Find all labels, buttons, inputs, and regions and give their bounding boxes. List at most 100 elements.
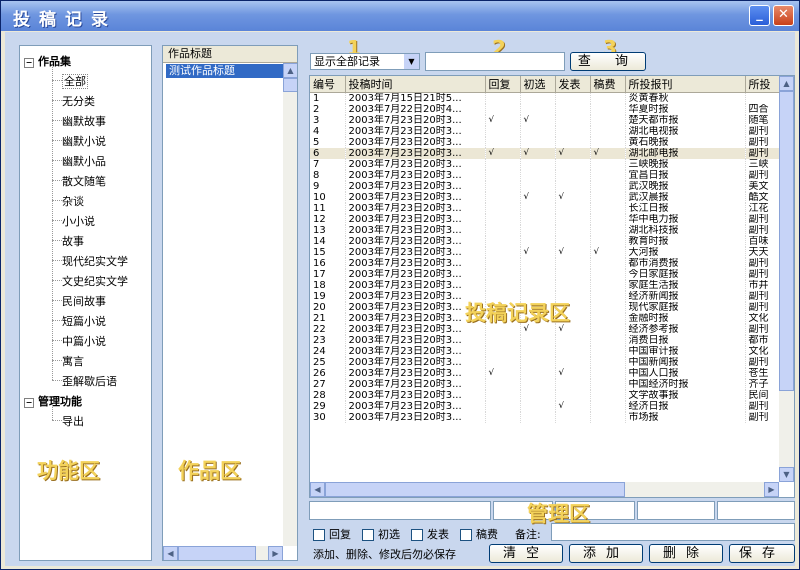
grid-scroll-left[interactable]: ◀: [310, 482, 325, 497]
checkbox-box[interactable]: [362, 529, 374, 541]
filter-select[interactable]: 显示全部记录 ▼: [310, 53, 420, 70]
tree-item[interactable]: 故事: [62, 233, 84, 249]
works-scroll-up[interactable]: ▲: [283, 63, 297, 78]
works-hscroll[interactable]: ◀ ▶: [163, 546, 283, 560]
table-row[interactable]: 9 2003年7月23日20时3... 武汉晚报 美文: [310, 181, 781, 192]
table-cell: 6: [310, 148, 346, 159]
edit-field-4[interactable]: [637, 501, 715, 520]
collapse-icon[interactable]: −: [24, 58, 34, 68]
table-row[interactable]: 24 2003年7月23日20时3... 中国审计报 文化: [310, 346, 781, 357]
search-input[interactable]: [425, 52, 565, 71]
tree-item[interactable]: 现代纪实文学: [62, 253, 128, 269]
tree-item-label: 导出: [62, 415, 84, 428]
close-button[interactable]: ✕: [773, 5, 794, 26]
table-row[interactable]: 5 2003年7月23日20时3... 黄石晚报 副刊: [310, 137, 781, 148]
grid-hscroll[interactable]: ◀ ▶: [310, 482, 779, 497]
tree-connector: [52, 260, 62, 261]
tree-item[interactable]: 寓言: [62, 353, 84, 369]
grid-scroll-thumb[interactable]: [779, 91, 794, 391]
table-row[interactable]: 28 2003年7月23日20时3... 文学故事报 民间: [310, 390, 781, 401]
works-scroll-right[interactable]: ▶: [268, 546, 283, 560]
table-cell: 15: [310, 247, 346, 258]
checkbox-box[interactable]: [460, 529, 472, 541]
table-row[interactable]: 8 2003年7月23日20时3... 宜昌日报 副刊: [310, 170, 781, 181]
table-row[interactable]: 12 2003年7月23日20时3... 华中电力报 副刊: [310, 214, 781, 225]
tree-item[interactable]: 文史纪实文学: [62, 273, 128, 289]
tree-item[interactable]: 小小说: [62, 213, 95, 229]
remark-input[interactable]: [551, 523, 795, 541]
table-row[interactable]: 1 2003年7月15日21时5... 炎黄春秋: [310, 92, 781, 104]
works-scroll-left[interactable]: ◀: [163, 546, 178, 560]
column-header[interactable]: 所投报刊: [625, 76, 746, 93]
table-row[interactable]: 15 2003年7月23日20时3... √ √ √ 大河报 天天: [310, 247, 781, 258]
table-row[interactable]: 4 2003年7月23日20时3... 湖北电视报 副刊: [310, 126, 781, 137]
chevron-down-icon[interactable]: ▼: [404, 54, 419, 69]
table-cell: 天天: [745, 247, 781, 258]
table-row[interactable]: 16 2003年7月23日20时3... 都市消费报 副刊: [310, 258, 781, 269]
table-row[interactable]: 25 2003年7月23日20时3... 中国新闻报 副刊: [310, 357, 781, 368]
works-item[interactable]: 测试作品标题: [166, 64, 294, 78]
column-header[interactable]: 发表: [555, 76, 591, 93]
table-row[interactable]: 2 2003年7月22日20时4... 华夏时报 四合: [310, 104, 781, 115]
table-row[interactable]: 17 2003年7月23日20时3... 今日家庭报 副刊: [310, 269, 781, 280]
table-row[interactable]: 30 2003年7月23日20时3... 市场报 副刊: [310, 412, 781, 423]
edit-field-5[interactable]: [717, 501, 795, 520]
works-vscroll[interactable]: ▲: [283, 63, 297, 546]
grid-scroll-up[interactable]: ▲: [779, 76, 794, 91]
tree-item[interactable]: 歪解歇后语: [62, 373, 117, 389]
save-button[interactable]: 保存: [729, 544, 795, 563]
tree-item[interactable]: 短篇小说: [62, 313, 106, 329]
table-row[interactable]: 6 2003年7月23日20时3... √ √ √ √ 湖北邮电报 副刊: [310, 148, 781, 159]
grid-scroll-right[interactable]: ▶: [764, 482, 779, 497]
search-button[interactable]: 查 询: [570, 52, 646, 71]
checkbox-box[interactable]: [411, 529, 423, 541]
tree-item[interactable]: 幽默故事: [62, 113, 106, 129]
checkbox-reply[interactable]: 回复: [313, 526, 351, 542]
column-header[interactable]: 所投: [745, 76, 781, 93]
table-row[interactable]: 13 2003年7月23日20时3... 湖北科技报 副刊: [310, 225, 781, 236]
works-scroll-thumb[interactable]: [283, 78, 297, 92]
clear-button[interactable]: 清空: [489, 544, 563, 563]
tree-item[interactable]: 无分类: [62, 93, 95, 109]
tree-item[interactable]: 中篇小说: [62, 333, 106, 349]
table-row[interactable]: 10 2003年7月23日20时3... √ √ 武汉晨报 酷文: [310, 192, 781, 203]
column-header[interactable]: 稿费: [590, 76, 626, 93]
minimize-button[interactable]: _: [749, 5, 770, 26]
table-row[interactable]: 29 2003年7月23日20时3... √ 经济日报 副刊: [310, 401, 781, 412]
checkbox-preselect[interactable]: 初选: [362, 526, 400, 542]
column-header[interactable]: 编号: [310, 76, 346, 93]
checkbox-box[interactable]: [313, 529, 325, 541]
grid-hscroll-thumb[interactable]: [325, 482, 625, 497]
works-hscroll-thumb[interactable]: [178, 546, 256, 560]
table-row[interactable]: 11 2003年7月23日20时3... 长江日报 江花: [310, 203, 781, 214]
grid-vscroll[interactable]: ▲ ▼: [779, 76, 794, 482]
table-row[interactable]: 18 2003年7月23日20时3... 家庭生活报 市井: [310, 280, 781, 291]
tree-item[interactable]: 幽默小说: [62, 133, 106, 149]
tree-group[interactable]: − 作品集: [24, 53, 71, 69]
table-row[interactable]: 26 2003年7月23日20时3... √ √ 中国人口报 苍生: [310, 368, 781, 379]
delete-button[interactable]: 删除: [649, 544, 723, 563]
grid-scroll-down[interactable]: ▼: [779, 467, 794, 482]
tree-item[interactable]: 民间故事: [62, 293, 106, 309]
add-button[interactable]: 添加: [569, 544, 643, 563]
collapse-icon[interactable]: −: [24, 398, 34, 408]
column-header[interactable]: 初选: [520, 76, 556, 93]
tree-group[interactable]: − 管理功能: [24, 393, 82, 409]
edit-field-1[interactable]: [309, 501, 491, 520]
checkbox-fee[interactable]: 稿费: [460, 526, 498, 542]
works-header[interactable]: 作品标题: [163, 46, 297, 63]
table-row[interactable]: 14 2003年7月23日20时3... 教育时报 百味: [310, 236, 781, 247]
checkbox-published[interactable]: 发表: [411, 526, 449, 542]
table-row[interactable]: 27 2003年7月23日20时3... 中国经济时报 齐子: [310, 379, 781, 390]
title-bar[interactable]: 投稿记录 _ ✕: [1, 1, 799, 31]
table-row[interactable]: 23 2003年7月23日20时3... 消费日报 都市: [310, 335, 781, 346]
tree-item[interactable]: 导出: [62, 413, 84, 429]
tree-item[interactable]: 幽默小品: [62, 153, 106, 169]
tree-item[interactable]: 散文随笔: [62, 173, 106, 189]
tree-item[interactable]: 杂谈: [62, 193, 84, 209]
column-header[interactable]: 回复: [485, 76, 521, 93]
table-row[interactable]: 7 2003年7月23日20时3... 三峡晚报 三峡: [310, 159, 781, 170]
column-header[interactable]: 投稿时间: [345, 76, 486, 93]
table-row[interactable]: 3 2003年7月23日20时3... √ √ 楚天都市报 随笔: [310, 115, 781, 126]
tree-item[interactable]: 全部: [62, 73, 88, 89]
